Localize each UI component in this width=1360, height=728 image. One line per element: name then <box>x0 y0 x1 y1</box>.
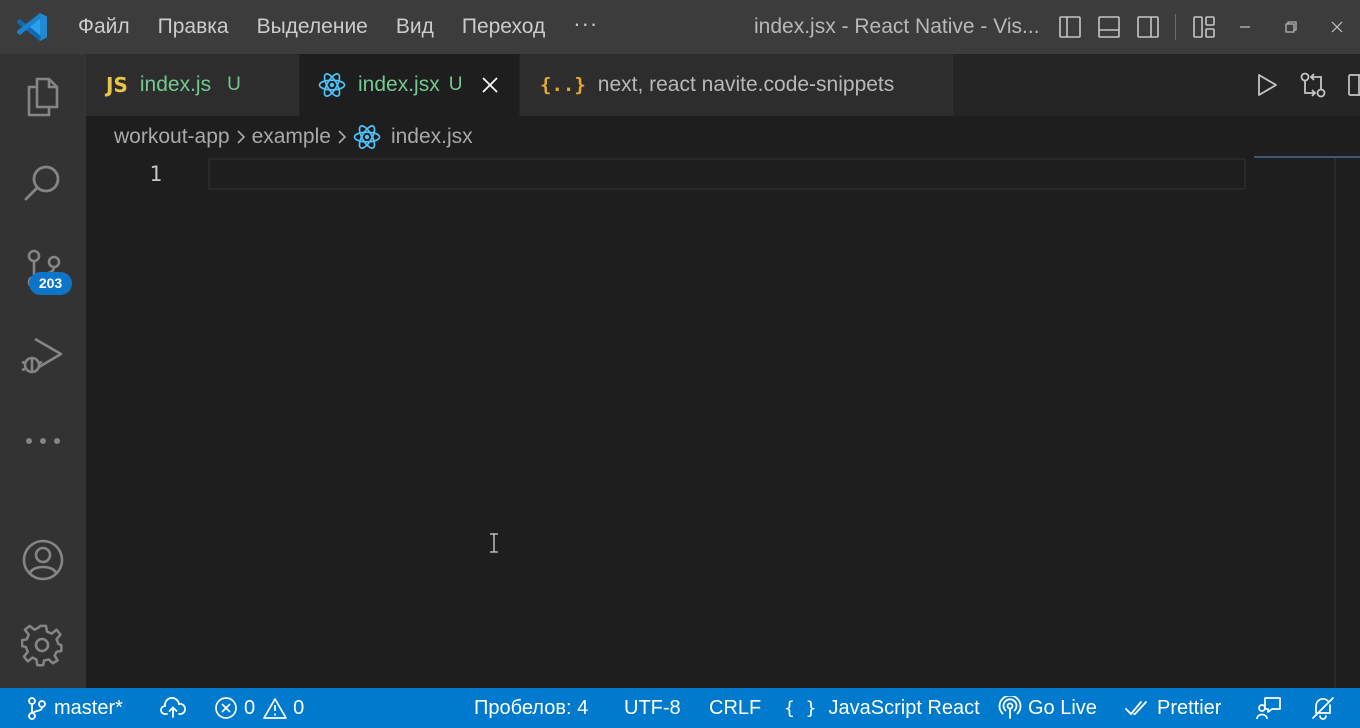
window-controls <box>1222 0 1360 54</box>
text-cursor-icon <box>489 533 499 553</box>
go-live-label: Go Live <box>1028 696 1097 719</box>
menu-view[interactable]: Вид <box>382 0 448 54</box>
chevron-right-icon <box>236 129 246 145</box>
broadcast-icon <box>998 696 1022 719</box>
warning-icon <box>263 698 287 719</box>
current-line-highlight[interactable] <box>208 158 1246 190</box>
toggle-secondary-sidebar-icon[interactable] <box>1128 0 1167 54</box>
code-editor[interactable]: 1 <box>86 156 1360 688</box>
tab-label: next, react navite.code-snippets <box>597 73 895 96</box>
explorer-icon[interactable] <box>0 54 86 140</box>
breadcrumb: workout-app example index.jsx <box>114 116 473 158</box>
compare-changes-icon[interactable] <box>1290 54 1336 116</box>
notifications-muted-icon[interactable] <box>1310 688 1342 728</box>
source-control-icon[interactable] <box>0 226 86 312</box>
prettier-label: Prettier <box>1157 696 1222 719</box>
customize-layout-icon[interactable] <box>1184 0 1223 54</box>
toggle-panel-icon[interactable] <box>1089 0 1128 54</box>
tab-index-js[interactable]: JS index.js U <box>86 54 300 116</box>
feedback-icon[interactable] <box>1256 688 1288 728</box>
warning-count: 0 <box>293 696 305 719</box>
restore-icon[interactable] <box>1268 0 1314 54</box>
error-count: 0 <box>244 696 256 719</box>
branch-name: master* <box>54 696 123 719</box>
toggle-primary-sidebar-icon[interactable] <box>1050 0 1089 54</box>
tab-index-jsx[interactable]: index.jsx U <box>300 54 520 116</box>
search-icon[interactable] <box>0 140 86 226</box>
eol-status[interactable]: CRLF <box>709 688 761 728</box>
indentation-status[interactable]: Пробелов: 4 <box>474 688 588 728</box>
snippets-file-icon: {..} <box>540 74 586 96</box>
editor-actions <box>1244 54 1360 116</box>
layout-controls <box>1050 0 1223 54</box>
language-label: JavaScript React <box>828 696 980 719</box>
double-check-icon <box>1125 701 1147 716</box>
more-views-icon[interactable] <box>0 398 86 484</box>
split-editor-icon[interactable] <box>1336 54 1360 116</box>
tab-label: index.jsx <box>358 73 440 96</box>
untracked-status: U <box>448 74 463 95</box>
problems-status[interactable]: 0 0 <box>214 688 304 728</box>
accounts-icon[interactable] <box>0 517 86 603</box>
js-file-icon: JS <box>106 73 128 97</box>
menu-go[interactable]: Переход <box>448 0 559 54</box>
breadcrumb-item-folder[interactable]: workout-app <box>114 125 230 149</box>
tab-label: index.js <box>139 73 212 96</box>
menu-more-button[interactable]: ··· <box>559 0 612 54</box>
breadcrumb-item-folder[interactable]: example <box>252 125 331 149</box>
menu-selection[interactable]: Выделение <box>243 0 382 54</box>
vscode-logo-icon[interactable] <box>0 0 64 54</box>
language-mode-status[interactable]: { } JavaScript React <box>784 688 980 728</box>
title-bar: Файл Правка Выделение Вид Переход ··· in… <box>0 0 1360 54</box>
prettier-status[interactable]: Prettier <box>1125 688 1221 728</box>
encoding-status[interactable]: UTF-8 <box>624 688 681 728</box>
menu-bar: Файл Правка Выделение Вид Переход ··· <box>64 0 612 54</box>
minimize-icon[interactable] <box>1222 0 1268 54</box>
line-number: 1 <box>149 162 162 186</box>
status-bar: master* 0 0 Пробелов: 4 UTF-8 CRLF { } J… <box>0 688 1360 728</box>
tab-code-snippets[interactable]: {..} next, react navite.code-snippets <box>520 54 954 116</box>
untracked-status: U <box>227 74 241 95</box>
editor-tab-bar: JS index.js U index.jsx U {..} next, rea… <box>86 54 1360 116</box>
vertical-scrollbar[interactable] <box>1334 158 1336 688</box>
chevron-right-icon <box>337 129 347 145</box>
activity-bar: 203 <box>0 54 86 688</box>
source-control-badge: 203 <box>29 272 72 295</box>
menu-file[interactable]: Файл <box>64 0 144 54</box>
minimap-indicator <box>1254 156 1360 158</box>
close-window-icon[interactable] <box>1314 0 1360 54</box>
close-tab-icon[interactable] <box>482 77 499 93</box>
menu-edit[interactable]: Правка <box>144 0 243 54</box>
separator <box>1175 14 1176 40</box>
breadcrumb-item-file[interactable]: index.jsx <box>391 125 473 149</box>
error-icon <box>215 697 237 719</box>
react-icon <box>353 124 381 150</box>
window-title: index.jsx - React Native - Vis... <box>754 15 1040 38</box>
branch-icon <box>28 697 46 720</box>
react-icon <box>318 72 346 98</box>
braces-icon: { } <box>784 697 817 719</box>
run-play-icon[interactable] <box>1244 54 1290 116</box>
branch-status[interactable]: master* <box>26 688 123 728</box>
run-and-debug-icon[interactable] <box>0 312 86 398</box>
go-live-button[interactable]: Go Live <box>998 688 1097 728</box>
sync-cloud-icon[interactable] <box>160 688 192 728</box>
manage-gear-icon[interactable] <box>0 603 86 689</box>
